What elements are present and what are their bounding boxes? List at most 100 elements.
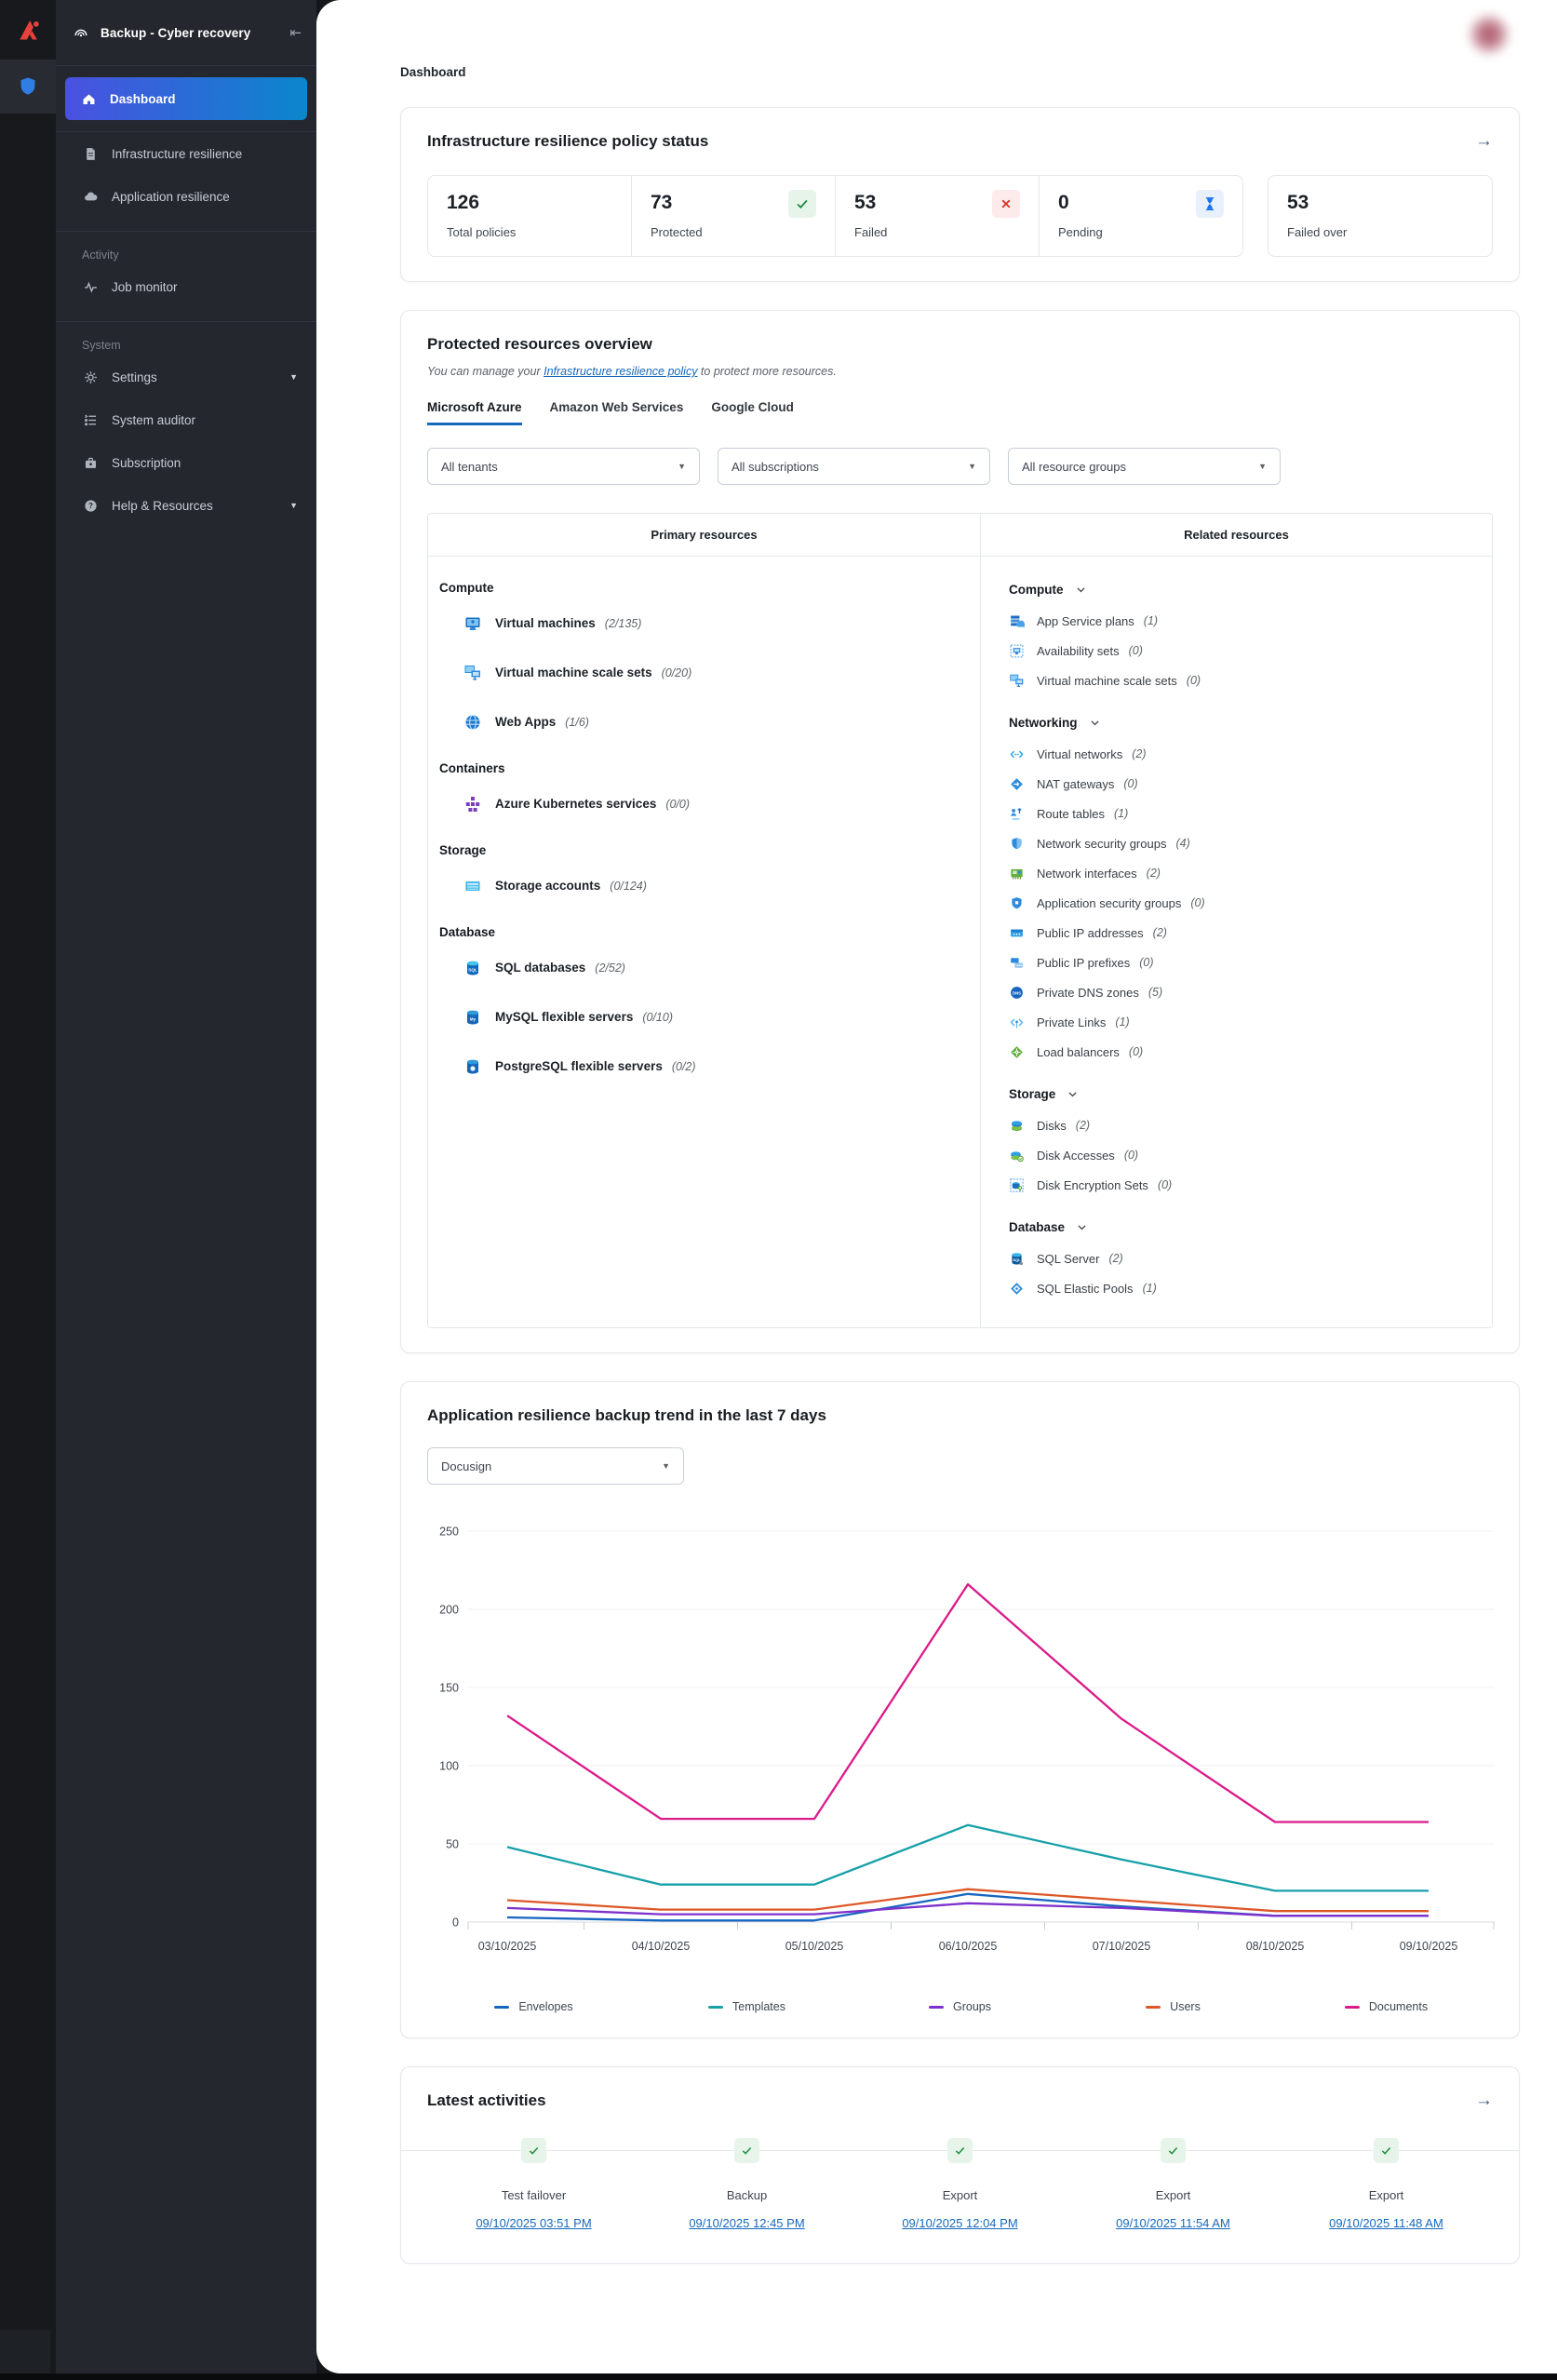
pulse-icon xyxy=(82,278,99,295)
svg-text:SQL: SQL xyxy=(1013,1257,1021,1262)
sidebar-item-help-resources[interactable]: ?Help & Resources▼ xyxy=(56,484,316,527)
policy-stats-row: 126Total policies73Protected53Failed0Pen… xyxy=(427,175,1493,257)
trend-line-chart: 05010015020025003/10/202504/10/202505/10… xyxy=(427,1524,1493,1963)
filter-all-subscriptions[interactable]: All subscriptions▼ xyxy=(718,448,990,485)
filter-value: All tenants xyxy=(441,460,498,474)
related-group-database[interactable]: Database xyxy=(1009,1220,1492,1234)
resource-row-postgresql-flexible-servers[interactable]: PostgreSQL flexible servers(0/2) xyxy=(439,1042,980,1091)
filter-all-tenants[interactable]: All tenants▼ xyxy=(427,448,700,485)
home-icon xyxy=(80,90,97,107)
legend-label: Groups xyxy=(953,2000,991,2013)
sidebar-item-infrastructure-resilience[interactable]: Infrastructure resilience xyxy=(56,132,316,175)
resource-row-sql-databases[interactable]: SQLSQL databases(2/52) xyxy=(439,943,980,992)
sql-elastic-pools-icon xyxy=(1009,1281,1025,1297)
activity-timestamp-link[interactable]: 09/10/2025 11:48 AM xyxy=(1329,2216,1443,2230)
sidebar-item-job-monitor[interactable]: Job monitor xyxy=(56,265,316,308)
svg-text:09/10/2025: 09/10/2025 xyxy=(1400,1940,1458,1953)
resource-row-mysql-flexible-servers[interactable]: MyMySQL flexible servers(0/10) xyxy=(439,992,980,1042)
resource-row-sql-server[interactable]: SQLSQL Server(2) xyxy=(1009,1244,1492,1273)
application-select[interactable]: Docusign ▼ xyxy=(427,1447,684,1485)
legend-users[interactable]: Users xyxy=(1067,2000,1280,2013)
tab-google-cloud[interactable]: Google Cloud xyxy=(711,400,794,425)
appranix-logo[interactable] xyxy=(0,0,56,60)
resource-row-application-security-groups[interactable]: Application security groups(0) xyxy=(1009,888,1492,918)
stat-total-policies: 126Total policies xyxy=(428,176,631,256)
policy-status-arrow-icon[interactable]: → xyxy=(1475,132,1493,150)
resource-row-web-apps[interactable]: Web Apps(1/6) xyxy=(439,697,980,746)
resource-row-virtual-machine-scale-sets[interactable]: Virtual machine scale sets(0) xyxy=(1009,666,1492,695)
sidebar-item-application-resilience[interactable]: Application resilience xyxy=(56,175,316,218)
resource-name: Public IP prefixes xyxy=(1037,956,1130,970)
resource-row-nat-gateways[interactable]: NAT gateways(0) xyxy=(1009,769,1492,799)
sidebar-item-system-auditor[interactable]: System auditor xyxy=(56,398,316,441)
resource-count: (2) xyxy=(1153,926,1167,939)
application-security-groups-icon xyxy=(1009,895,1025,911)
legend-swatch xyxy=(929,2006,944,2009)
activity-timestamp-link[interactable]: 09/10/2025 11:54 AM xyxy=(1116,2216,1230,2230)
activity-timestamp-link[interactable]: 09/10/2025 12:45 PM xyxy=(689,2216,804,2230)
resource-row-app-service-plans[interactable]: App Service plans(1) xyxy=(1009,606,1492,636)
filter-value: All resource groups xyxy=(1022,460,1126,474)
user-avatar[interactable] xyxy=(1468,13,1510,56)
resource-count: (0/10) xyxy=(642,1011,673,1024)
resource-row-disks[interactable]: Disks(2) xyxy=(1009,1110,1492,1140)
resource-row-load-balancers[interactable]: Load balancers(0) xyxy=(1009,1037,1492,1067)
resource-name: Route tables xyxy=(1037,807,1105,821)
resource-row-public-ip-prefixes[interactable]: Public IP prefixes(0) xyxy=(1009,948,1492,977)
resource-row-availability-sets[interactable]: Availability sets(0) xyxy=(1009,636,1492,666)
resource-row-disk-accesses[interactable]: Disk Accesses(0) xyxy=(1009,1140,1492,1170)
legend-envelopes[interactable]: Envelopes xyxy=(427,2000,640,2013)
legend-documents[interactable]: Documents xyxy=(1280,2000,1493,2013)
resource-row-disk-encryption-sets[interactable]: Disk Encryption Sets(0) xyxy=(1009,1170,1492,1200)
resource-name: Disks xyxy=(1037,1119,1067,1133)
resource-row-private-links[interactable]: Private Links(1) xyxy=(1009,1007,1492,1037)
activities-timeline: Test failover09/10/2025 03:51 PMBackup09… xyxy=(427,2138,1493,2239)
app-service-plans-icon xyxy=(1009,613,1025,629)
failed-over-label: Failed over xyxy=(1287,225,1473,239)
related-group-storage[interactable]: Storage xyxy=(1009,1087,1492,1101)
stat-label: Total policies xyxy=(447,225,612,239)
resource-row-network-interfaces[interactable]: Network interfaces(2) xyxy=(1009,858,1492,888)
svg-text:150: 150 xyxy=(439,1682,459,1695)
resource-row-network-security-groups[interactable]: Network security groups(4) xyxy=(1009,828,1492,858)
hourglass-icon xyxy=(1196,190,1224,218)
tab-amazon-web-services[interactable]: Amazon Web Services xyxy=(550,400,684,425)
activity-timestamp-link[interactable]: 09/10/2025 03:51 PM xyxy=(476,2216,591,2230)
postgresql-icon xyxy=(463,1057,482,1076)
latest-activities-arrow-icon[interactable]: → xyxy=(1475,2091,1493,2109)
rail-item-backup[interactable] xyxy=(0,60,56,114)
network-interfaces-icon xyxy=(1009,866,1025,881)
filter-all-resource-groups[interactable]: All resource groups ▼ xyxy=(1008,448,1281,485)
activity-type: Test failover xyxy=(502,2188,566,2202)
resource-row-route-tables[interactable]: Route tables(1) xyxy=(1009,799,1492,828)
app-rail xyxy=(0,0,56,2380)
sidebar-item-settings[interactable]: Settings▼ xyxy=(56,356,316,398)
legend-templates[interactable]: Templates xyxy=(640,2000,853,2013)
resource-row-private-dns-zones[interactable]: DNSPrivate DNS zones(5) xyxy=(1009,977,1492,1007)
resource-row-sql-elastic-pools[interactable]: SQL Elastic Pools(1) xyxy=(1009,1273,1492,1303)
resource-name: NAT gateways xyxy=(1037,777,1114,791)
resource-row-virtual-machine-scale-sets[interactable]: Virtual machine scale sets(0/20) xyxy=(439,648,980,697)
resource-row-azure-kubernetes-services[interactable]: Azure Kubernetes services(0/0) xyxy=(439,779,980,828)
product-title: Backup - Cyber recovery xyxy=(101,26,289,40)
tab-microsoft-azure[interactable]: Microsoft Azure xyxy=(427,400,522,425)
activity-timestamp-link[interactable]: 09/10/2025 12:04 PM xyxy=(902,2216,1017,2230)
resource-name: Azure Kubernetes services xyxy=(495,797,656,811)
caret-down-icon: ▼ xyxy=(1258,462,1267,471)
related-group-compute[interactable]: Compute xyxy=(1009,583,1492,597)
sidebar-item-subscription[interactable]: Subscription xyxy=(56,441,316,484)
resource-row-storage-accounts[interactable]: Storage accounts(0/124) xyxy=(439,861,980,910)
resource-row-virtual-networks[interactable]: Virtual networks(2) xyxy=(1009,739,1492,769)
related-group-networking[interactable]: Networking xyxy=(1009,716,1492,730)
legend-label: Templates xyxy=(732,2000,785,2013)
sidebar-item-dashboard[interactable]: Dashboard xyxy=(65,77,307,120)
resource-count: (2) xyxy=(1147,867,1161,880)
resource-row-public-ip-addresses[interactable]: Public IP addresses(2) xyxy=(1009,918,1492,948)
resource-row-virtual-machines[interactable]: Virtual machines(2/135) xyxy=(439,598,980,648)
chevron-down-icon xyxy=(1076,1221,1088,1233)
legend-groups[interactable]: Groups xyxy=(853,2000,1067,2013)
infrastructure-resilience-policy-link[interactable]: Infrastructure resilience policy xyxy=(544,365,697,378)
collapse-sidebar-icon[interactable]: ⇤ xyxy=(289,24,302,41)
svg-text:100: 100 xyxy=(439,1760,459,1773)
caret-down-icon: ▼ xyxy=(662,1461,670,1471)
